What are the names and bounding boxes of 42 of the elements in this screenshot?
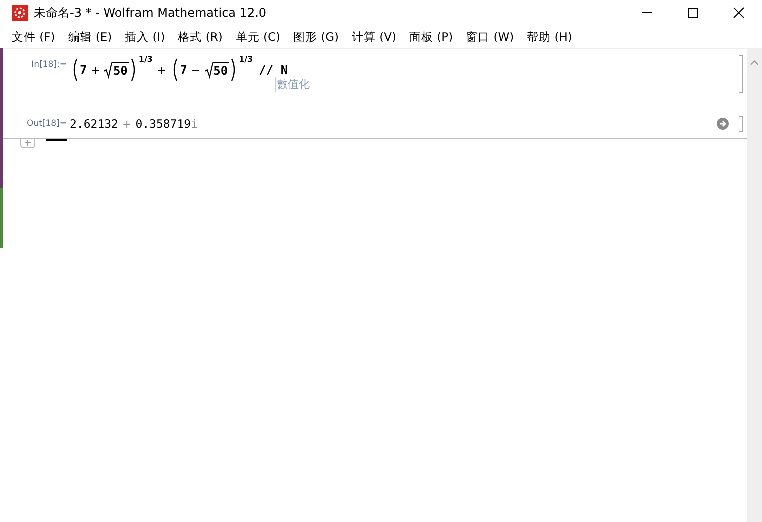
menu-item[interactable]: 插入 (I) <box>120 30 170 44</box>
plus-operator: + <box>122 118 132 130</box>
insertion-cursor <box>46 139 67 140</box>
math-operator: − <box>191 64 201 76</box>
exponent: 1/3 <box>239 55 254 64</box>
math-number: 7 <box>80 63 88 77</box>
menu-item[interactable]: 单元 (C) <box>230 30 286 44</box>
open-paren-icon <box>172 58 178 82</box>
app-logo-icon <box>12 5 28 21</box>
menu-item[interactable]: 窗口 (W) <box>461 30 520 44</box>
close-icon[interactable] <box>733 7 745 19</box>
menu-item[interactable]: 文件 (F) <box>7 30 60 44</box>
menu-item[interactable]: 图形 (G) <box>288 30 344 44</box>
menu-item[interactable]: 帮助 (H) <box>522 30 578 44</box>
maximize-icon[interactable] <box>687 7 699 19</box>
menu-item[interactable]: 面板 (P) <box>404 30 458 44</box>
math-number: 7 <box>180 63 188 77</box>
radical-sign-icon <box>104 61 112 79</box>
close-paren-icon <box>231 58 238 82</box>
cell-bracket[interactable] <box>739 55 743 93</box>
scroll-up-icon[interactable] <box>750 60 759 66</box>
cell-bracket[interactable] <box>739 116 743 132</box>
open-paren-icon <box>72 58 78 82</box>
input-label: In[18]:= <box>30 60 68 70</box>
radicand: 50 <box>212 62 230 78</box>
exponent: 1/3 <box>138 55 153 64</box>
imaginary-part: 0.358719 <box>136 117 192 131</box>
menu-item[interactable]: 格式 (R) <box>173 30 228 44</box>
math-operator: + <box>91 64 100 76</box>
menu-item[interactable]: 计算 (V) <box>347 30 402 44</box>
radical-sign-icon <box>204 61 213 79</box>
imaginary-unit: i <box>191 117 198 131</box>
postfix-n: // N <box>259 63 288 77</box>
close-paren-icon <box>130 58 137 82</box>
radicand: 50 <box>112 62 129 78</box>
arrow-circle-icon[interactable] <box>717 118 729 130</box>
menu-item[interactable]: 编辑 (E) <box>63 30 118 44</box>
real-part: 2.62132 <box>70 117 118 131</box>
output-label: Out[18]= <box>26 119 68 129</box>
add-cell-icon[interactable] <box>20 139 36 149</box>
plus-operator: + <box>156 64 166 76</box>
window-title: 未命名-3 * - Wolfram Mathematica 12.0 <box>34 4 267 22</box>
